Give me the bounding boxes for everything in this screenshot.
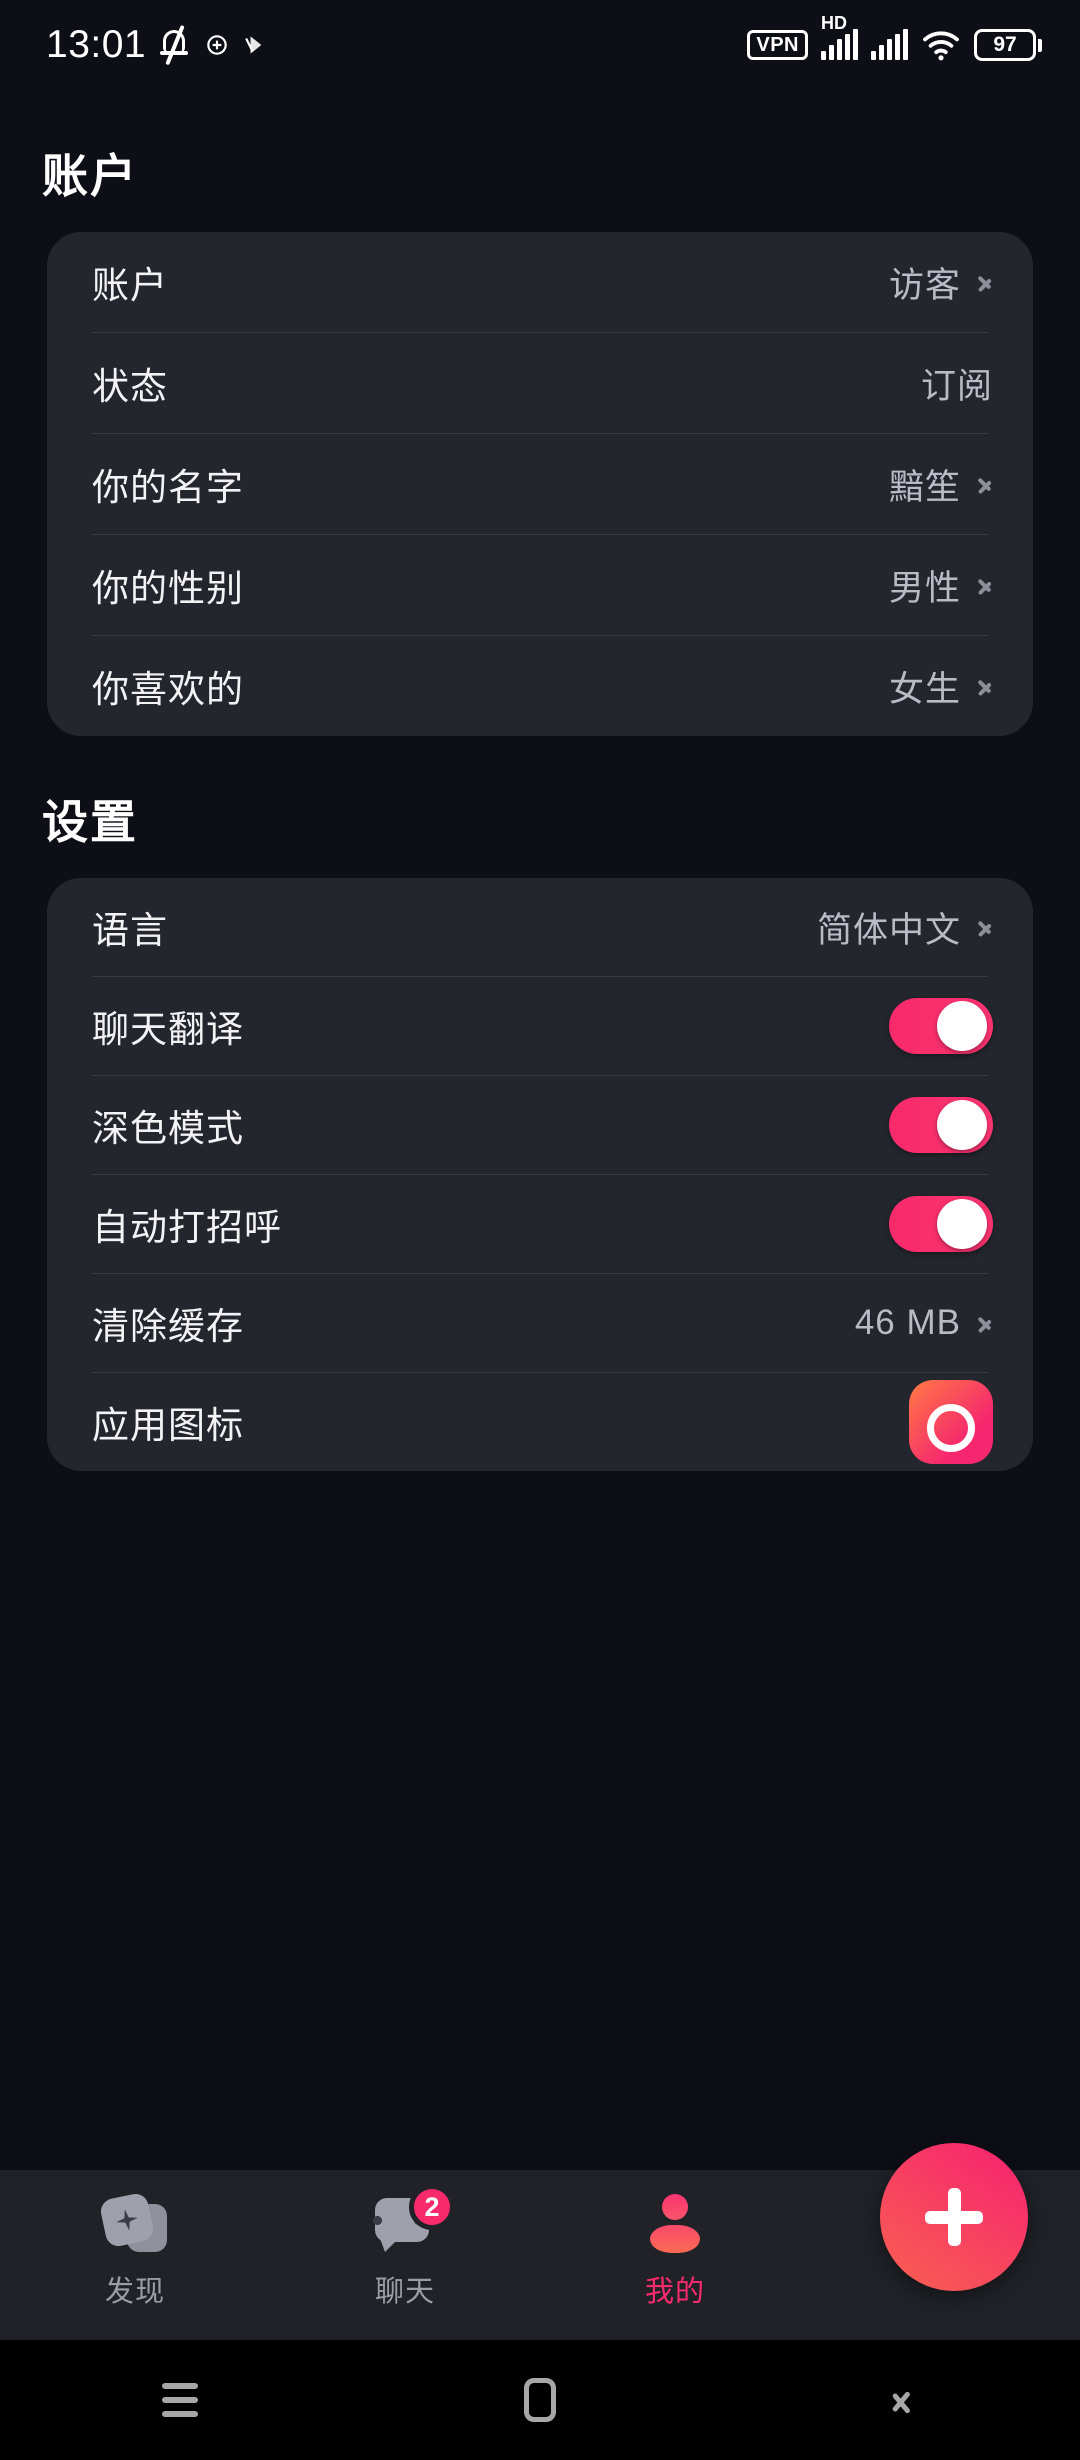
settings-card: 语言 简体中文 聊天翻译 深色模式 自动打招呼 清除缓存 46 MB 应用图标 [47,878,1033,1471]
settings-row-chat-translation[interactable]: 聊天翻译 [47,977,1033,1075]
recents-button[interactable] [80,2340,280,2460]
account-row-status[interactable]: 状态 订阅 [47,333,1033,433]
home-button[interactable] [440,2340,640,2460]
row-right: 黯笙 [889,459,993,510]
account-row-name[interactable]: 你的名字 黯笙 [47,434,1033,534]
row-label: 自动打招呼 [92,1207,282,1248]
row-value: 女生 [888,669,961,709]
battery-level: 97 [974,29,1036,61]
status-bar-left: 13:01 [46,23,270,67]
account-row-gender[interactable]: 你的性别 男性 [47,535,1033,635]
row-label: 账户 [92,265,168,306]
plus-icon [925,2188,983,2246]
app-badge-icon-1 [207,35,227,55]
status-bar: 13:01 VPN HD 97 [0,0,1080,90]
account-card: 账户 访客 状态 订阅 你的名字 黯笙 你的性别 男性 你喜欢的 女生 [47,232,1033,736]
row-right: 男性 [889,560,993,611]
tab-discover[interactable]: 发现 [0,2191,270,2310]
row-label: 语言 [92,910,168,951]
vpn-icon: VPN [747,30,808,60]
chevron-right-icon [977,914,993,940]
status-bar-right: VPN HD 97 [747,13,1042,61]
row-label: 你的性别 [92,568,244,609]
row-label: 你的名字 [92,467,244,508]
chevron-right-icon [977,1310,993,1336]
tab-profile[interactable]: 我的 [540,2192,810,2310]
chat-translation-toggle[interactable] [889,998,993,1054]
signal-hd-icon: HD [821,13,858,60]
tab-chat[interactable]: 2 聊天 [270,2184,540,2310]
row-value: 黯笙 [888,467,961,507]
row-value: 访客 [888,265,961,305]
row-right: 访客 [889,257,993,308]
row-label: 应用图标 [92,1405,244,1446]
row-right: 女生 [889,661,993,712]
row-value: 男性 [888,568,961,608]
auto-greeting-toggle[interactable] [889,1196,993,1252]
row-label: 状态 [92,366,168,407]
settings-section-title: 设置 [42,796,138,848]
status-bar-clock: 13:01 [46,23,147,66]
back-chevron-icon [889,2380,911,2420]
settings-scroll-area[interactable]: 账户 账户 访客 状态 订阅 你的名字 黯笙 你的性别 男性 你喜欢的 女生 设… [0,90,1080,2360]
phone-screen: 13:01 VPN HD 97 账户 账户 访客 状态 订阅 你的名字 黯笙 你… [0,0,1080,2460]
row-right: 简体中文 [817,902,993,953]
chat-icon: 2 [373,2184,455,2254]
app-badge-icon-2 [245,36,262,54]
row-value: 46 MB [854,1303,961,1342]
account-row-preference[interactable]: 你喜欢的 女生 [47,636,1033,736]
row-label: 你喜欢的 [92,669,244,710]
notification-mute-icon [160,24,190,66]
menu-icon [162,2383,198,2417]
settings-row-language[interactable]: 语言 简体中文 [47,878,1033,976]
chevron-right-icon [977,572,993,598]
settings-row-clear-cache[interactable]: 清除缓存 46 MB [47,1274,1033,1372]
create-fab-button[interactable] [880,2143,1028,2291]
row-right: 46 MB [855,1303,993,1343]
row-right: 订阅 [921,358,993,409]
settings-row-auto-greeting[interactable]: 自动打招呼 [47,1175,1033,1273]
chevron-right-icon [977,673,993,699]
tab-label: 聊天 [374,2276,435,2308]
row-value: 订阅 [920,366,993,406]
row-value: 简体中文 [816,910,961,950]
signal-icon [871,29,908,60]
row-label: 深色模式 [92,1108,244,1149]
home-icon [524,2378,556,2422]
account-row-account[interactable]: 账户 访客 [47,232,1033,332]
settings-row-dark-mode[interactable]: 深色模式 [47,1076,1033,1174]
chat-unread-badge: 2 [409,2184,455,2230]
dark-mode-toggle[interactable] [889,1097,993,1153]
row-label: 聊天翻译 [92,1009,244,1050]
tab-label: 我的 [644,2276,705,2308]
row-label: 清除缓存 [92,1306,244,1347]
chevron-right-icon [977,269,993,295]
tab-label: 发现 [104,2276,165,2308]
account-section-title: 账户 [42,150,138,202]
system-navigation-bar [0,2340,1080,2460]
app-icon-preview-icon[interactable] [909,1380,993,1464]
wifi-icon [923,31,959,61]
back-button[interactable] [800,2340,1000,2460]
chevron-right-icon [977,471,993,497]
discover-icon [98,2191,167,2254]
settings-row-app-icon[interactable]: 应用图标 [47,1373,1033,1471]
battery-icon: 97 [974,29,1042,61]
profile-icon [643,2192,707,2254]
